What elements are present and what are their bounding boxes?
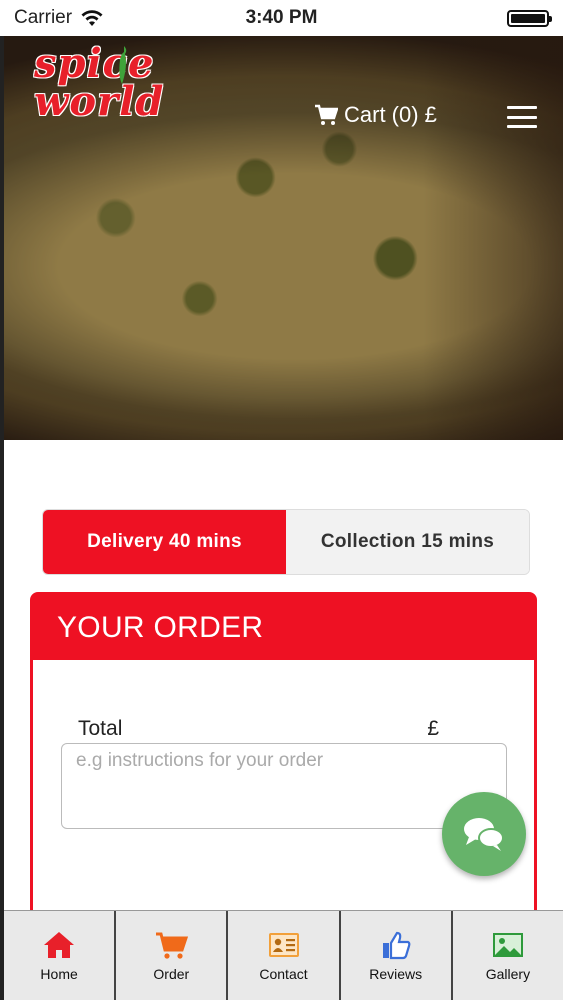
home-icon — [44, 931, 75, 958]
menu-bar — [507, 115, 537, 119]
chili-icon — [119, 46, 127, 84]
cart-icon — [156, 932, 189, 959]
carrier-label: Carrier — [14, 7, 73, 28]
order-type-toggle: Delivery 40 mins Collection 15 mins — [42, 509, 530, 575]
nav-reviews-label: Reviews — [369, 965, 423, 982]
menu-button[interactable] — [507, 106, 537, 128]
carrier: Carrier — [14, 7, 104, 29]
contact-card-icon — [268, 932, 299, 957]
order-instructions-input[interactable] — [61, 743, 507, 829]
menu-bar — [507, 106, 537, 109]
chat-button[interactable] — [442, 792, 526, 876]
nav-gallery-label: Gallery — [485, 965, 531, 982]
logo[interactable]: spice world — [34, 44, 214, 122]
image-icon — [492, 932, 523, 957]
nav-order-label: Order — [153, 965, 190, 982]
nav-order[interactable]: Order — [116, 911, 229, 1000]
total-value: £ — [427, 717, 439, 740]
nav-gallery[interactable]: Gallery — [453, 911, 563, 1000]
chat-bubbles-icon — [464, 818, 504, 851]
your-order-panel: YOUR ORDER Total £ — [30, 592, 537, 922]
wifi-icon — [81, 10, 103, 26]
total-row: Total £ — [78, 717, 439, 741]
total-label: Total — [78, 717, 123, 740]
bottom-navigation: Home Order Contact Reviews Gallery — [4, 910, 563, 1000]
nav-home[interactable]: Home — [4, 911, 117, 1000]
menu-bar — [507, 125, 537, 128]
nav-contact[interactable]: Contact — [228, 911, 341, 1000]
nav-contact-label: Contact — [259, 965, 308, 982]
thumbs-up-icon — [382, 931, 411, 959]
status-bar: Carrier 3:40 PM — [0, 0, 563, 36]
your-order-title: YOUR ORDER — [33, 595, 534, 660]
delivery-option[interactable]: Delivery 40 mins — [43, 510, 286, 574]
battery-icon — [507, 10, 552, 27]
cart-label: Cart (0) £ — [344, 102, 437, 127]
cart-icon — [315, 104, 338, 125]
nav-home-label: Home — [40, 965, 78, 982]
hero-banner: spice world Cart (0) £ — [4, 36, 563, 440]
collection-option[interactable]: Collection 15 mins — [286, 510, 529, 574]
logo-line-2: world — [34, 78, 165, 125]
nav-reviews[interactable]: Reviews — [341, 911, 453, 1000]
cart-link[interactable]: Cart (0) £ — [314, 102, 437, 128]
